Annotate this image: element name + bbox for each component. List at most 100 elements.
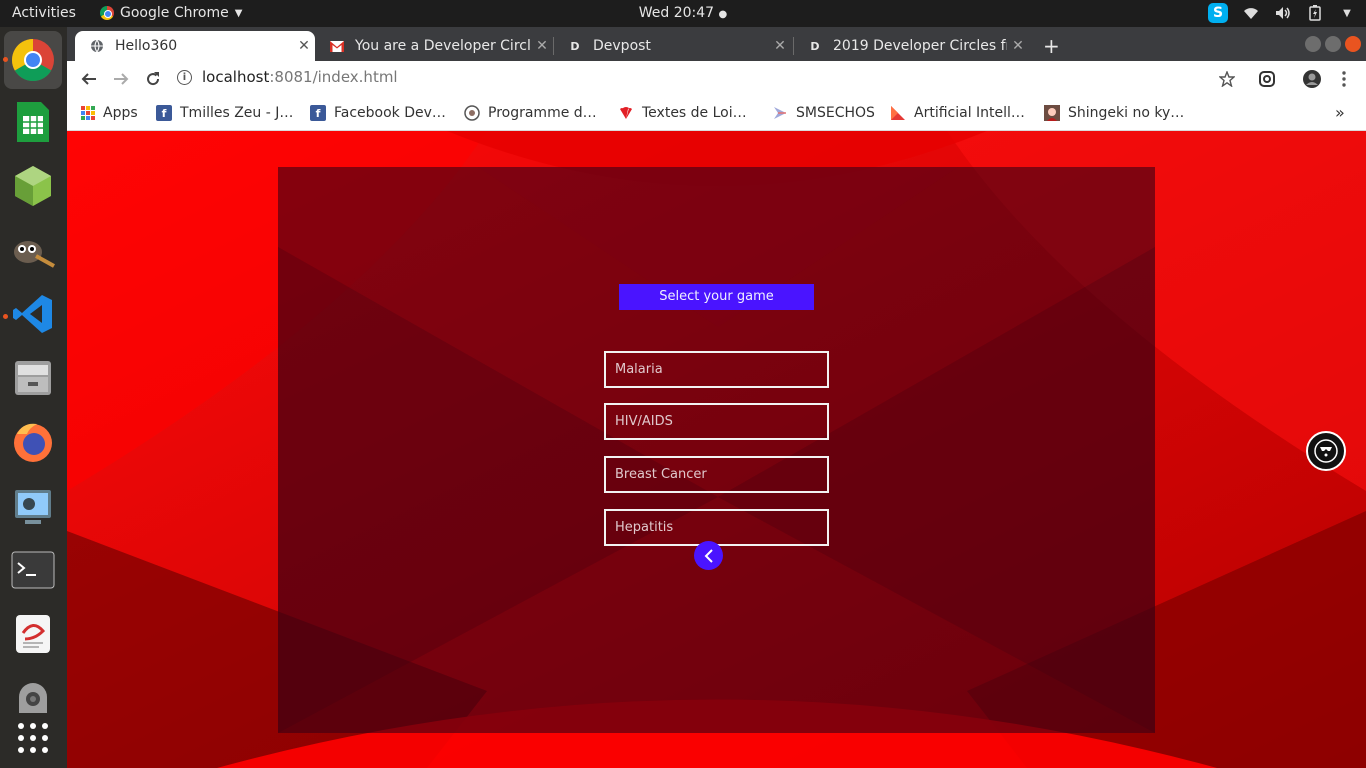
close-icon[interactable]: ✕ <box>531 38 553 54</box>
dock-gimp[interactable] <box>10 227 56 273</box>
dock-document-viewer[interactable] <box>10 611 56 657</box>
bookmark-label: Facebook Dev… <box>334 105 446 121</box>
app-menu-label: Google Chrome <box>120 5 229 21</box>
seal-icon <box>464 105 480 121</box>
power-icon[interactable]: ▼ <box>1338 4 1356 22</box>
tab-label: Hello360 <box>115 38 178 54</box>
bookmark-label: Apps <box>103 105 138 121</box>
close-icon[interactable]: ✕ <box>293 38 315 54</box>
profile-avatar-icon[interactable] <box>1300 67 1324 91</box>
dock-firefox[interactable] <box>10 419 56 465</box>
vscode-icon <box>13 295 52 333</box>
reload-icon[interactable] <box>141 67 165 91</box>
menu-kebab-icon[interactable] <box>1332 67 1356 91</box>
dock-app-grid[interactable] <box>10 715 56 761</box>
tab-label: You are a Developer Circle <box>355 38 531 54</box>
app-menu[interactable]: Google Chrome ▼ <box>100 5 242 21</box>
maximize-button[interactable] <box>1325 36 1341 52</box>
battery-icon[interactable] <box>1306 4 1324 22</box>
dock-terminal[interactable] <box>10 547 56 593</box>
bookmark-facebook-dev[interactable]: f Facebook Dev… <box>310 105 446 121</box>
bookmark-smsechos[interactable]: SMSECHOS <box>772 105 875 121</box>
bookmark-tmilles[interactable]: f Tmilles Zeu - J… <box>156 105 293 121</box>
bookmark-programme[interactable]: Programme d… <box>464 105 597 121</box>
close-icon[interactable]: ✕ <box>769 38 791 54</box>
new-tab-button[interactable]: + <box>1043 34 1060 58</box>
chrome-icon <box>11 38 54 82</box>
dock-vscode[interactable] <box>10 291 56 337</box>
tab-hello360[interactable]: Hello360 ✕ <box>75 31 315 61</box>
menu-panel <box>278 167 1155 733</box>
vr-scene[interactable]: Select your game Malaria HIV/AIDS Breast… <box>67 131 1366 768</box>
tab-devpost[interactable]: D Devpost ✕ <box>553 31 791 61</box>
game-option-malaria[interactable]: Malaria <box>604 351 829 388</box>
document-viewer-icon <box>16 615 50 653</box>
facebook-icon: f <box>310 105 326 121</box>
activities-button[interactable]: Activities <box>12 5 76 21</box>
close-icon[interactable]: ✕ <box>1007 38 1029 54</box>
cube-app-icon <box>15 166 51 206</box>
game-option-hepatitis[interactable]: Hepatitis <box>604 509 829 546</box>
spreadsheet-icon <box>17 102 49 142</box>
terminal-icon <box>11 551 55 589</box>
browser-toolbar: i localhost:8081/index.html <box>67 61 1366 97</box>
dock-files[interactable] <box>10 355 56 401</box>
dock-cube-app[interactable] <box>10 163 56 209</box>
minimize-button[interactable] <box>1305 36 1321 52</box>
apps-grid-icon <box>81 106 95 120</box>
bookmarks-overflow-icon[interactable]: » <box>1335 103 1345 122</box>
bookmark-star-icon[interactable] <box>1215 67 1239 91</box>
system-top-bar: Activities Google Chrome ▼ Wed 20:47 ● S… <box>0 0 1366 27</box>
vr-headset-icon <box>1314 439 1338 463</box>
url-path: :8081/index.html <box>269 68 398 86</box>
tab-label: Devpost <box>593 38 651 54</box>
bookmark-textes-de-loi[interactable]: Textes de Loi… <box>618 105 747 121</box>
bookmark-label: Programme d… <box>488 105 597 121</box>
running-indicator <box>3 314 8 319</box>
tab-developer-circle-mail[interactable]: You are a Developer Circle ✕ <box>315 31 553 61</box>
huawei-icon <box>618 105 634 121</box>
window-close-button[interactable] <box>1345 36 1361 52</box>
devpost-icon: D <box>570 39 580 53</box>
browser-window: Hello360 ✕ You are a Developer Circle ✕ … <box>67 27 1366 768</box>
running-indicator <box>3 57 8 62</box>
smsechos-icon <box>772 105 788 121</box>
bookmark-label: Textes de Loi… <box>642 105 747 121</box>
app-grid-icon <box>18 723 48 753</box>
bookmark-label: Tmilles Zeu - J… <box>180 105 294 121</box>
back-button[interactable] <box>694 541 723 570</box>
bookmark-artificial-intelligence[interactable]: Artificial Intell… <box>890 105 1025 121</box>
tab-label: 2019 Developer Circles fro <box>833 38 1007 54</box>
webcam-icon <box>19 683 47 713</box>
tab-developer-circles-2019[interactable]: D 2019 Developer Circles fro ✕ <box>793 31 1029 61</box>
game-option-breast-cancer[interactable]: Breast Cancer <box>604 456 829 493</box>
anime-icon <box>1044 105 1060 121</box>
chrome-icon <box>100 6 114 20</box>
clock-label[interactable]: Wed 20:47 <box>639 5 714 21</box>
game-option-hiv-aids[interactable]: HIV/AIDS <box>604 403 829 440</box>
skype-icon[interactable]: S <box>1208 3 1228 23</box>
dock-chrome[interactable] <box>4 31 62 89</box>
dock-video-editor[interactable] <box>10 483 56 529</box>
chevron-left-icon <box>704 548 713 563</box>
address-bar[interactable]: i localhost:8081/index.html <box>177 68 398 86</box>
panel-pattern <box>278 167 1155 733</box>
vr-mode-button[interactable] <box>1306 431 1346 471</box>
extension-icon[interactable] <box>1255 67 1279 91</box>
dock-spreadsheet[interactable] <box>10 99 56 145</box>
select-game-title: Select your game <box>619 284 814 310</box>
wifi-icon[interactable] <box>1242 4 1260 22</box>
video-editor-icon <box>15 490 51 524</box>
forward-arrow-icon[interactable] <box>109 67 133 91</box>
tab-strip: Hello360 ✕ You are a Developer Circle ✕ … <box>67 27 1366 61</box>
bookmark-shingeki[interactable]: Shingeki no ky… <box>1044 105 1184 121</box>
notification-dot-icon: ● <box>718 9 728 20</box>
back-arrow-icon[interactable] <box>77 67 101 91</box>
bookmark-label: Shingeki no ky… <box>1068 105 1185 121</box>
ai-icon <box>890 105 906 121</box>
url-host: localhost <box>202 68 270 86</box>
gimp-icon <box>14 241 55 268</box>
info-icon[interactable]: i <box>177 69 192 85</box>
volume-icon[interactable] <box>1274 4 1292 22</box>
bookmark-apps[interactable]: Apps <box>81 105 138 121</box>
